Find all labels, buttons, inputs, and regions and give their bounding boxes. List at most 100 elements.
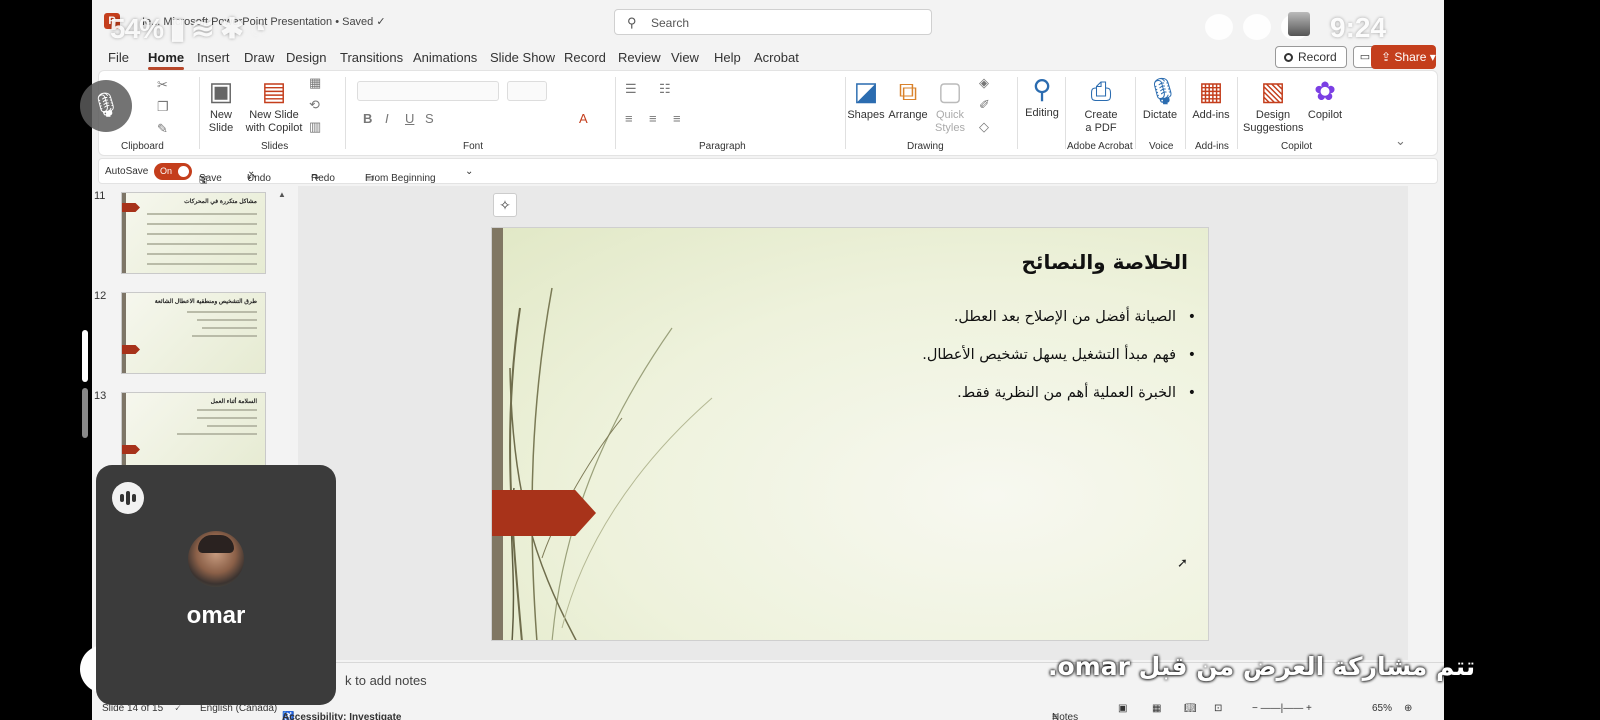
editing-button[interactable]: ⚲ Editing — [1023, 75, 1061, 120]
tab-record[interactable]: Record — [564, 50, 606, 65]
normal-view-icon[interactable]: ▣ — [1118, 703, 1127, 714]
shape-outline-icon[interactable]: ✐ — [979, 97, 990, 113]
tab-insert[interactable]: Insert — [197, 50, 230, 65]
cut-icon[interactable]: ✂ — [157, 77, 168, 93]
thumbnail-number: 11 — [94, 190, 106, 202]
shapes-label: Shapes — [847, 109, 885, 121]
reading-view-icon[interactable]: 📖︎ — [1184, 703, 1197, 714]
create-pdf-label: Create a PDF — [1084, 109, 1118, 134]
thumbnail-number: 12 — [94, 290, 107, 302]
shapes-button[interactable]: ◪ Shapes — [847, 77, 885, 122]
side-handle[interactable] — [82, 388, 88, 438]
redo-label: Redo — [311, 173, 335, 184]
autosave-label: AutoSave — [105, 166, 149, 177]
search-box[interactable]: ⚲ Search — [614, 9, 932, 35]
thumbnail-title: طرق التشخيص ومنطقية الاعطال الشائعة — [154, 299, 257, 305]
underline-icon[interactable]: U — [405, 111, 414, 126]
bold-icon[interactable]: B — [363, 111, 372, 126]
record-icon — [1284, 53, 1293, 62]
new-slide-copilot-label: New Slide with Copilot — [245, 109, 303, 134]
tab-acrobat[interactable]: Acrobat — [754, 50, 799, 65]
quick-styles-button[interactable]: ▢ Quick Styles — [933, 77, 967, 135]
slideshow-view-icon[interactable]: ⊡ — [1214, 703, 1222, 714]
align-center-icon[interactable]: ≡ — [649, 111, 657, 126]
group-label-adobe-acrobat: Adobe Acrobat — [1067, 141, 1133, 152]
divider — [1017, 77, 1018, 149]
share-button[interactable]: ⇪ Share ▾ — [1371, 45, 1436, 69]
copilot-label: Copilot — [1307, 109, 1343, 121]
arrange-button[interactable]: ⧉ Arrange — [887, 77, 929, 122]
format-painter-icon[interactable]: ✎ — [157, 121, 168, 137]
thumbnail-title: السلامة أثناء العمل — [210, 399, 257, 405]
add-ins-icon: ▦ — [1198, 76, 1224, 106]
designer-button[interactable]: ✧ — [493, 193, 517, 217]
slide-sorter-icon[interactable]: ▦ — [1152, 703, 1161, 714]
tab-file[interactable]: File — [108, 50, 129, 65]
bullet-item: فهم مبدأ التشغيل يسهل تشخيص الأعطال. — [778, 344, 1198, 382]
numbering-icon[interactable]: ☷ — [659, 81, 671, 97]
font-name-select[interactable] — [357, 81, 499, 101]
divider — [845, 77, 846, 149]
slide-title[interactable]: الخلاصة والنصائح — [1022, 250, 1188, 274]
shape-fill-icon[interactable]: ◈ — [979, 75, 989, 91]
comment-icon: ▭ — [1359, 51, 1371, 63]
divider — [199, 77, 200, 149]
font-color-icon[interactable]: A — [579, 111, 588, 126]
bullet-item: الصيانة أفضل من الإصلاح بعد العطل. — [778, 306, 1198, 344]
group-label-slides: Slides — [261, 141, 289, 152]
zoom-slider[interactable]: − ——|—— + — [1252, 703, 1312, 714]
new-slide-button[interactable]: ▣ New Slide — [203, 77, 239, 135]
microphone-icon: 🎙︎ — [1146, 76, 1180, 106]
tab-view[interactable]: View — [671, 50, 699, 65]
section-icon[interactable]: ▥ — [309, 119, 321, 135]
shape-effects-icon[interactable]: ◇ — [979, 119, 989, 135]
tab-animations[interactable]: Animations — [413, 50, 477, 65]
new-slide-with-copilot-button[interactable]: ▤ New Slide with Copilot — [243, 77, 305, 135]
tab-review[interactable]: Review — [618, 50, 661, 65]
slide-thumbnail-12[interactable]: طرق التشخيص ومنطقية الاعطال الشائعة — [121, 292, 266, 374]
bullets-icon[interactable]: ☰ — [625, 81, 637, 97]
collapse-ribbon-icon[interactable]: ⌄ — [1395, 133, 1406, 149]
ribbon-tabs: File Home Insert Draw Design Transitions… — [92, 44, 1444, 70]
divider — [615, 77, 616, 149]
customize-qat-icon[interactable]: ⌄ — [465, 166, 473, 177]
layout-icon[interactable]: ▦ — [309, 75, 321, 91]
clock: 9:24 — [1330, 12, 1387, 43]
reset-icon[interactable]: ⟲ — [309, 97, 320, 113]
pdf-icon: ⎙ — [1090, 76, 1112, 106]
new-slide-label: New Slide — [208, 109, 234, 134]
record-button[interactable]: Record — [1275, 46, 1347, 68]
side-handle[interactable] — [82, 330, 88, 382]
tab-transitions[interactable]: Transitions — [340, 50, 403, 65]
current-slide[interactable]: الخلاصة والنصائح الصيانة أفضل من الإصلاح… — [491, 227, 1209, 641]
strikethrough-icon[interactable]: S — [425, 111, 434, 126]
participant-tile[interactable]: omar — [96, 465, 336, 705]
mic-off-icon[interactable]: 🎙︎ — [80, 80, 132, 132]
fit-to-window-icon[interactable]: ⊕ — [1404, 703, 1412, 714]
zoom-level[interactable]: 65% — [1372, 703, 1392, 714]
undo-button[interactable]: ↶ Undo ⌄ — [247, 166, 271, 184]
tab-help[interactable]: Help — [714, 50, 741, 65]
group-label-clipboard: Clipboard — [121, 141, 164, 152]
editing-label: Editing — [1025, 107, 1059, 119]
italic-icon[interactable]: I — [385, 111, 389, 126]
font-size-select[interactable] — [507, 81, 547, 101]
align-left-icon[interactable]: ≡ — [625, 111, 633, 126]
tab-home[interactable]: Home — [148, 50, 185, 70]
tab-draw[interactable]: Draw — [244, 50, 274, 65]
dictate-button[interactable]: 🎙︎ Dictate — [1139, 77, 1181, 122]
slide-thumbnail-11[interactable]: مشاكل متكررة في المحركات — [121, 192, 266, 274]
slide-bullet-list[interactable]: الصيانة أفضل من الإصلاح بعد العطل. فهم م… — [778, 306, 1198, 420]
add-ins-button[interactable]: ▦ Add-ins — [1191, 77, 1231, 122]
design-suggestions-button[interactable]: ▧ Design Suggestions — [1243, 77, 1304, 135]
create-pdf-button[interactable]: ⎙ Create a PDF — [1081, 77, 1121, 135]
tab-slide-show[interactable]: Slide Show — [490, 50, 555, 65]
copy-icon[interactable]: ❐ — [157, 99, 169, 115]
divider — [1237, 77, 1238, 149]
align-right-icon[interactable]: ≡ — [673, 111, 681, 126]
slide-thumbnail-13[interactable]: السلامة أثناء العمل — [121, 392, 266, 474]
thumbnail-scrollbar[interactable]: ▲ — [278, 190, 286, 460]
autosave-toggle[interactable]: On — [154, 163, 192, 180]
copilot-button[interactable]: ✿ Copilot — [1305, 77, 1345, 122]
tab-design[interactable]: Design — [286, 50, 326, 65]
